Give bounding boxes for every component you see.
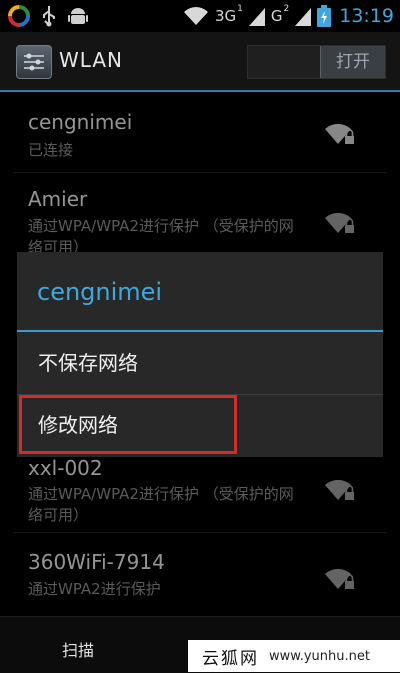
highlight-box <box>19 395 237 454</box>
network-item[interactable]: xxl-002 通过WPA/WPA2进行保护 （受保护的网络可用） <box>0 452 400 532</box>
wifi-secured-icon <box>325 212 354 233</box>
wlan-settings-icon[interactable] <box>16 45 52 79</box>
network-name: cengnimei <box>28 110 133 134</box>
status-bar: 3G1 G2 13:19 <box>0 0 400 32</box>
network-item[interactable]: Amier 通过WPA/WPA2进行保护 （受保护的网络可用） <box>0 173 400 256</box>
signal-3g-icon <box>248 8 265 26</box>
action-bar: WLAN 打开 <box>0 32 400 92</box>
toggle-on-label: 打开 <box>320 46 385 78</box>
watermark: 云狐网 www.yunhu.net <box>188 640 400 672</box>
forget-network-option[interactable]: 不保存网络 <box>17 333 383 393</box>
signal-3g-label: 3G1 <box>214 4 243 25</box>
network-name: 360WiFi-7914 <box>28 550 165 574</box>
wifi-icon <box>183 7 208 25</box>
dialog-title-divider <box>17 330 383 332</box>
signal-g-label: G2 <box>270 4 290 25</box>
usb-icon <box>43 6 55 27</box>
wifi-secured-icon <box>325 568 354 589</box>
wifi-secured-icon <box>325 479 354 500</box>
network-name: xxl-002 <box>28 456 103 480</box>
page-title: WLAN <box>59 48 124 72</box>
watermark-name: 云狐网 <box>202 648 259 669</box>
sync-icon <box>8 5 30 27</box>
battery-charging-icon <box>317 5 332 27</box>
wlan-toggle[interactable]: 打开 <box>247 45 386 79</box>
network-status: 已连接 <box>28 141 74 159</box>
network-status: 通过WPA/WPA2进行保护 （受保护的网络可用） <box>28 485 294 524</box>
network-item[interactable]: 360WiFi-7914 通过WPA2进行保护 <box>0 533 400 613</box>
watermark-url: www.yunhu.net <box>269 648 370 664</box>
clock: 13:19 <box>339 5 394 27</box>
wifi-secured-icon <box>325 123 354 144</box>
network-status: 通过WPA2进行保护 <box>28 580 161 598</box>
network-name: Amier <box>28 187 88 211</box>
network-item[interactable]: cengnimei 已连接 <box>0 92 400 172</box>
signal-g-icon <box>295 8 312 26</box>
scan-button[interactable]: 扫描 <box>62 637 94 661</box>
dialog-title: cengnimei <box>37 278 163 306</box>
android-icon <box>68 8 88 24</box>
